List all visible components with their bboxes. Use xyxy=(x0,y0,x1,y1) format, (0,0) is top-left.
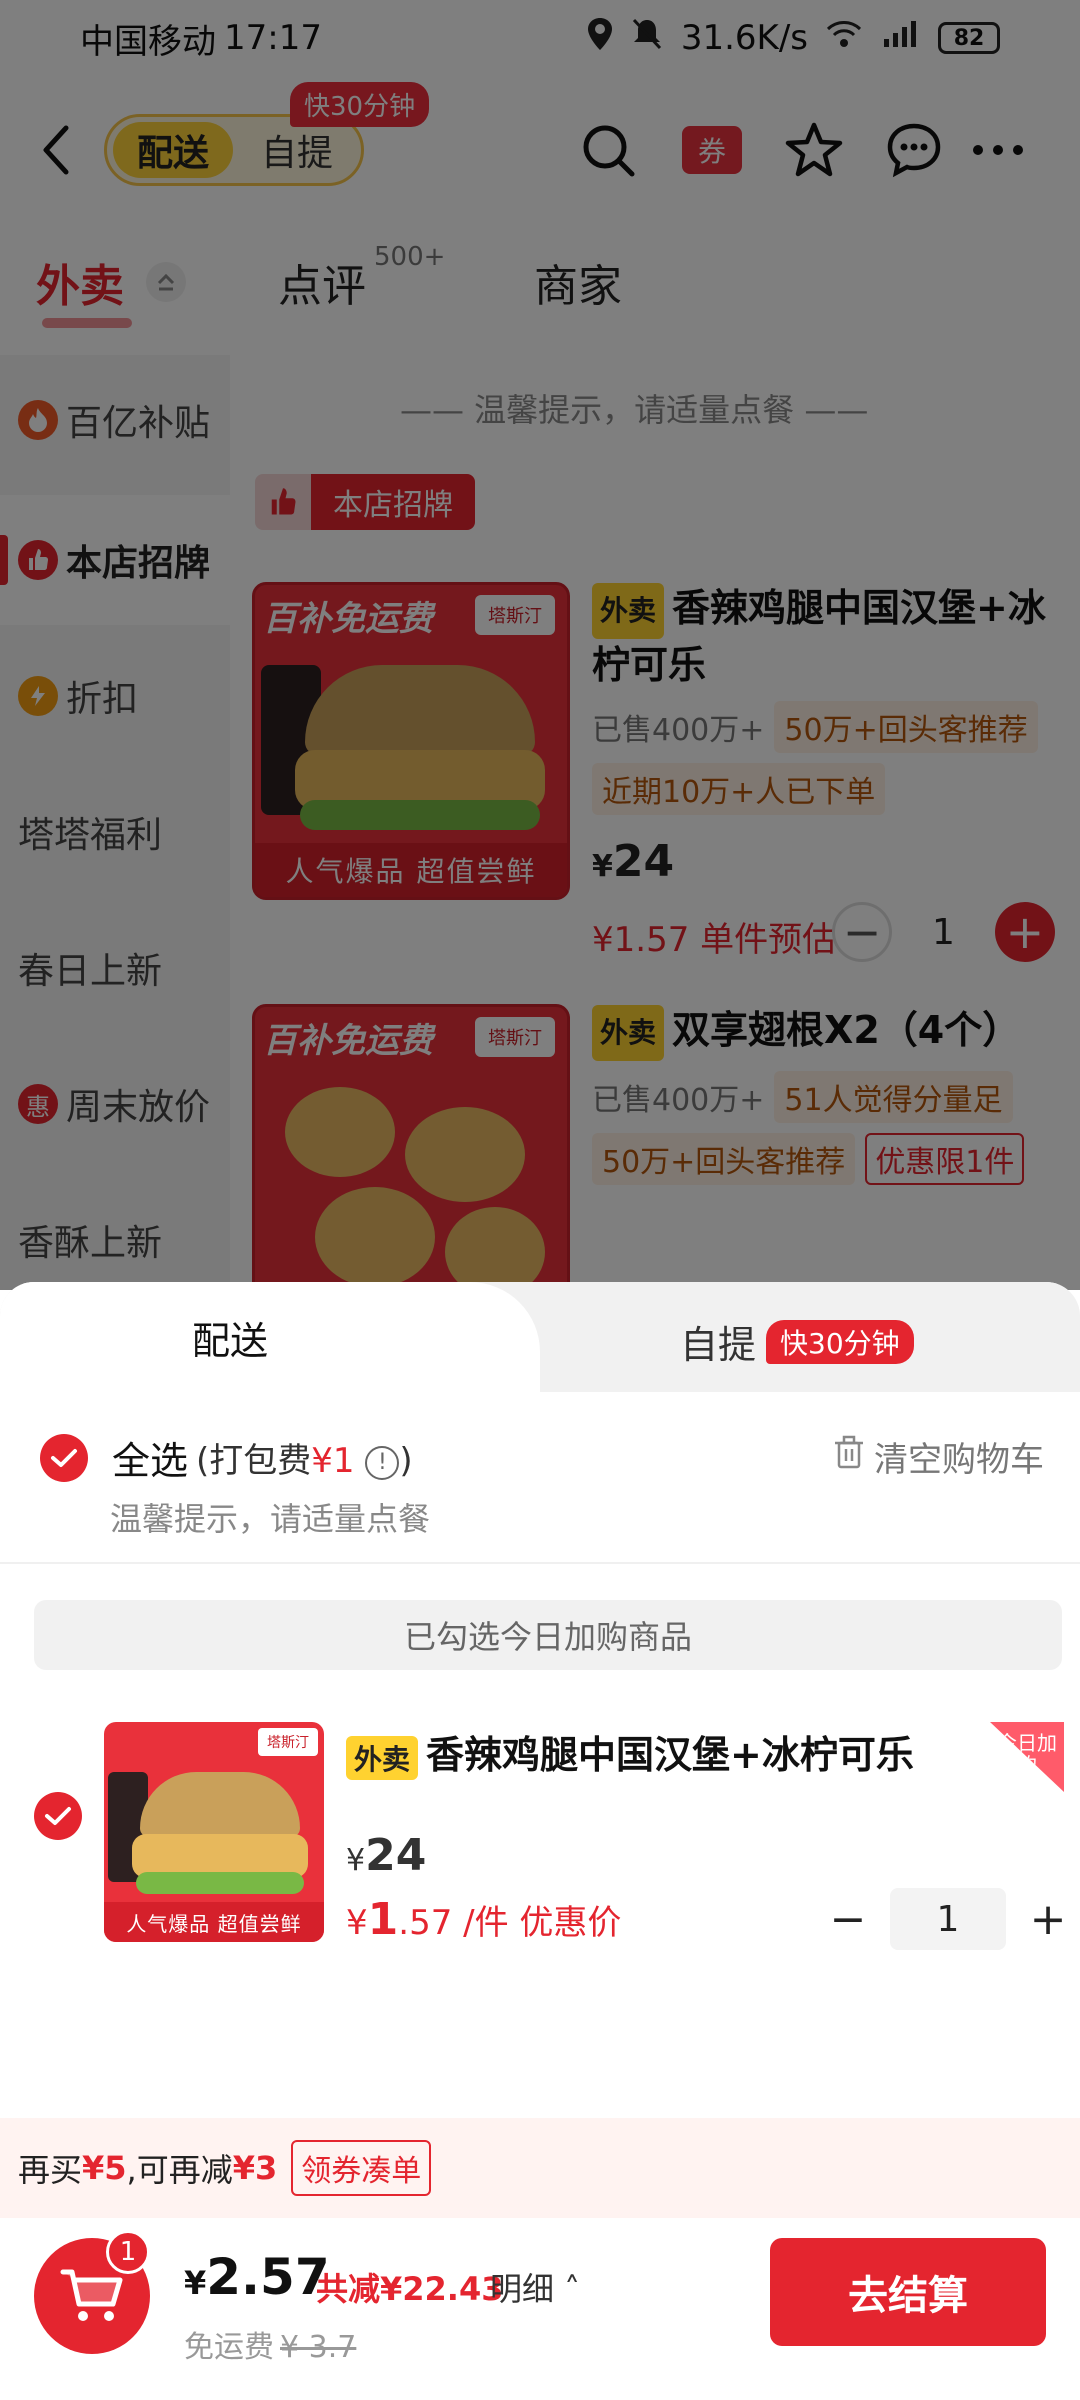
burger-lettuce xyxy=(136,1872,304,1894)
promo-bar: 再买 ¥5 ,可再减 ¥3 领券凑单 xyxy=(0,2118,1080,2218)
quantity-stepper: − 1 + xyxy=(820,1888,1076,1950)
image-footer: 人气爆品 超值尝鲜 xyxy=(104,1902,324,1942)
packing-fee-value: ¥1 xyxy=(311,1441,355,1481)
cart-count-badge: 1 xyxy=(106,2230,150,2274)
currency-symbol: ¥ xyxy=(346,1903,368,1943)
cart-item[interactable]: 塔斯汀 人气爆品 超值尝鲜 外卖 香辣鸡腿中国汉堡+冰柠可乐 今日加购 ¥24 ¥… xyxy=(0,1702,1080,1950)
cart-item-image[interactable]: 塔斯汀 人气爆品 超值尝鲜 xyxy=(104,1722,324,1942)
deal-price-decimal: .57 xyxy=(398,1903,453,1943)
packing-fee: (打包费¥1 !) xyxy=(196,1433,413,1482)
clear-cart-label: 清空购物车 xyxy=(874,1440,1044,1480)
dim-overlay[interactable] xyxy=(0,0,1080,1290)
burger-illustration xyxy=(140,1772,300,1837)
increase-button[interactable]: + xyxy=(1020,1891,1076,1947)
takeout-tag: 外卖 xyxy=(346,1735,419,1780)
delivery-fee: 免运费 ¥ 3.7 xyxy=(184,2322,356,2366)
checkout-button[interactable]: 去结算 xyxy=(770,2238,1046,2346)
get-coupon-button[interactable]: 领券凑单 xyxy=(291,2140,432,2196)
select-all-label: 全选 xyxy=(112,1439,189,1483)
currency-symbol: ¥ xyxy=(184,2264,207,2302)
price-value: 24 xyxy=(365,1830,427,1881)
delivery-fee-label: 免运费 xyxy=(184,2330,274,2365)
total-price: ¥2.57 xyxy=(184,2248,330,2306)
sheet-tab-pickup-label: 自提 xyxy=(680,1323,757,1367)
price-detail-link[interactable]: 明细 ˄ xyxy=(490,2264,580,2310)
deal-price-integer: 1 xyxy=(367,1894,399,1945)
info-icon[interactable]: ! xyxy=(365,1445,400,1480)
promo-discount: ¥3 xyxy=(232,2149,278,2187)
total-value: 2.57 xyxy=(206,2248,330,2306)
today-added-badge: 今日加购 xyxy=(990,1722,1064,1792)
checkout-bar: 1 ¥2.57 共减¥22.43 明细 ˄ 免运费 ¥ 3.7 去结算 xyxy=(0,2218,1080,2400)
delivery-fee-original: ¥ 3.7 xyxy=(280,2330,357,2365)
promo-amount: ¥5 xyxy=(82,2149,127,2187)
divider xyxy=(0,1562,1080,1564)
cart-item-price: ¥24 xyxy=(346,1830,426,1881)
packing-fee-suffix: ) xyxy=(399,1441,413,1481)
decrease-button[interactable]: − xyxy=(820,1891,876,1947)
sheet-tabs: 配送 自提 快30分钟 xyxy=(0,1282,1080,1392)
quantity-input[interactable]: 1 xyxy=(890,1888,1006,1950)
cart-item-deal-price: ¥1.57 /件 优惠价 xyxy=(346,1894,621,1945)
select-all-row[interactable]: 全选 (打包费¥1 !) xyxy=(40,1430,413,1485)
promo-text: 再买 xyxy=(18,2151,83,2189)
sheet-hint: 温馨提示，请适量点餐 xyxy=(110,1500,431,1538)
sheet-tab-pickup[interactable]: 自提 快30分钟 xyxy=(680,1314,914,1369)
cart-item-title-text: 香辣鸡腿中国汉堡+冰柠可乐 xyxy=(426,1733,914,1777)
today-added-banner: 已勾选今日加购商品 xyxy=(34,1600,1062,1670)
packing-fee-prefix: (打包费 xyxy=(196,1441,312,1481)
cart-item-title[interactable]: 外卖 香辣鸡腿中国汉堡+冰柠可乐 xyxy=(346,1724,914,1780)
deal-price-label: /件 优惠价 xyxy=(463,1903,622,1943)
sheet-tab-delivery[interactable]: 配送 xyxy=(0,1282,540,1392)
clear-cart-button[interactable]: 清空购物车 xyxy=(834,1432,1044,1481)
item-checkbox[interactable] xyxy=(34,1792,82,1840)
fast-pickup-tag: 快30分钟 xyxy=(766,1319,914,1364)
currency-symbol: ¥ xyxy=(346,1843,366,1878)
total-saved: 共减¥22.43 xyxy=(316,2270,504,2308)
brand-logo: 塔斯汀 xyxy=(258,1728,318,1756)
cart-icon xyxy=(60,2269,123,2321)
promo-text: ,可再减 xyxy=(126,2151,233,2189)
select-all-checkbox[interactable] xyxy=(40,1433,88,1482)
trash-icon xyxy=(834,1435,864,1478)
